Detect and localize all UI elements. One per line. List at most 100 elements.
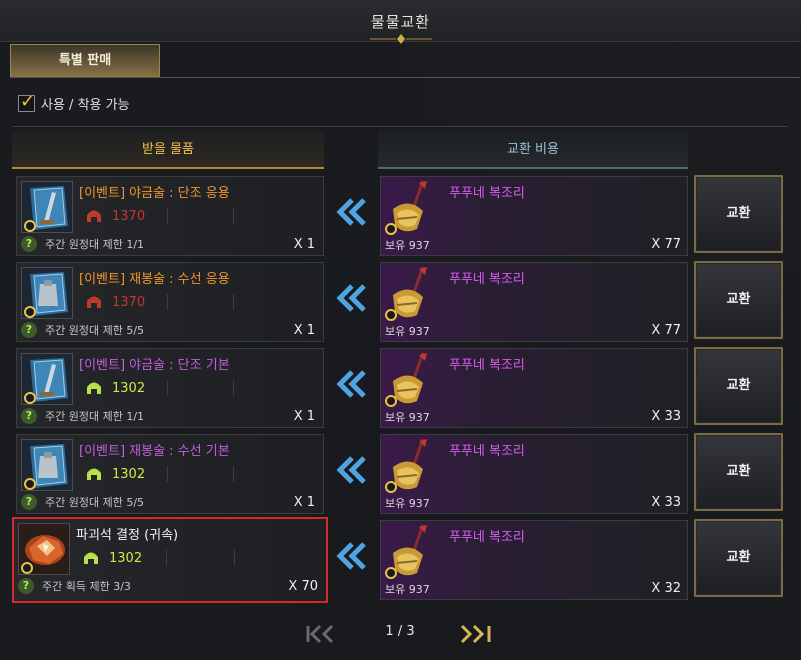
cost-quantity: X 32 xyxy=(651,581,681,596)
divider xyxy=(233,380,234,396)
blue-book-armor-icon[interactable] xyxy=(21,267,73,319)
exchange-row: [이벤트] 야금술 : 단조 기본 1302? 주간 원정대 제한 1/1 X 1 푸푸… xyxy=(0,347,801,434)
cost-item-card[interactable]: 푸푸네 복조리 보유 937 X 33 xyxy=(380,348,688,428)
reward-quantity: X 1 xyxy=(293,409,315,424)
item-level-row: 1302 xyxy=(79,464,145,484)
exchange-row: [이벤트] 재봉술 : 수선 응용 1370? 주간 원정대 제한 5/5 X 1 푸푸… xyxy=(0,261,801,348)
limit-row: ? 주간 원정대 제한 5/5 xyxy=(21,493,144,511)
item-level: 1302 xyxy=(112,380,146,396)
helmet-icon xyxy=(85,380,103,396)
destruction-stone-crystal-icon[interactable] xyxy=(18,523,70,575)
tab-special-sale[interactable]: 특별 판매 xyxy=(10,44,160,77)
first-page-icon[interactable] xyxy=(304,624,338,644)
divider xyxy=(167,208,168,224)
item-level-row: 1370 xyxy=(79,292,145,312)
exchange-arrow-icon xyxy=(336,370,366,398)
help-icon[interactable]: ? xyxy=(21,408,37,424)
timer-icon xyxy=(24,392,36,404)
reward-item-card[interactable]: 파괴석 결정 (귀속) 1302? 주간 획득 제한 3/3 X 70 xyxy=(12,517,328,603)
helmet-icon xyxy=(85,294,103,310)
divider xyxy=(167,466,168,482)
cost-item-card[interactable]: 푸푸네 복조리보유 937 X 32 xyxy=(380,520,688,600)
cost-item-name: 푸푸네 복조리 xyxy=(449,530,525,545)
cost-item-card[interactable]: 푸푸네 복조리보유 937 X 77 xyxy=(380,176,688,256)
owned-count: 보유 937 xyxy=(385,497,430,510)
owned-count: 보유 937 xyxy=(385,325,430,338)
exchange-row: 파괴석 결정 (귀속) 1302? 주간 획득 제한 3/3 X 70 푸푸네 복조리 보… xyxy=(0,517,801,606)
exchange-row: [이벤트] 야금술 : 단조 응용 1370 ? 주간 원정대 제한 1/1 X 1 푸푸… xyxy=(0,175,801,262)
divider xyxy=(12,126,788,127)
divider xyxy=(166,550,167,566)
reward-item-card[interactable]: [이벤트] 야금술 : 단조 기본 1302? 주간 원정대 제한 1/1 X 1 xyxy=(16,348,324,428)
usable-checkbox[interactable]: ✓ xyxy=(18,91,35,112)
last-page-icon[interactable] xyxy=(458,624,494,644)
divider xyxy=(233,466,234,482)
exchange-limit: 주간 획득 제한 3/3 xyxy=(42,580,131,593)
reward-item-card[interactable]: [이벤트] 재봉술 : 수선 응용 1370? 주간 원정대 제한 5/5 X 1 xyxy=(16,262,324,342)
cost-quantity: X 33 xyxy=(651,495,681,510)
exchange-row: [이벤트] 재봉술 : 수선 기본 1302? 주간 원정대 제한 5/5 X 1 푸푸… xyxy=(0,433,801,520)
title-ornament-icon xyxy=(370,34,432,44)
receive-header: 받을 물품 xyxy=(12,131,324,169)
cost-item-name: 푸푸네 복조리 xyxy=(449,272,525,287)
exchange-button[interactable]: 교환 xyxy=(694,433,783,511)
help-icon[interactable]: ? xyxy=(21,236,37,252)
exchange-button[interactable]: 교환 xyxy=(694,519,783,597)
reward-item-card[interactable]: [이벤트] 야금술 : 단조 응용 1370 ? 주간 원정대 제한 1/1 X 1 xyxy=(16,176,324,256)
helmet-icon xyxy=(82,550,100,566)
reward-quantity: X 1 xyxy=(293,495,315,510)
cost-quantity: X 33 xyxy=(651,409,681,424)
pupune-bokjori-icon[interactable] xyxy=(383,351,435,407)
exchange-button[interactable]: 교환 xyxy=(694,175,783,253)
cost-item-card[interactable]: 푸푸네 복조리보유 937 X 33 xyxy=(380,434,688,514)
owned-count: 보유 937 xyxy=(385,239,430,252)
cost-header: 교환 비용 xyxy=(378,131,688,169)
item-level-row: 1302 xyxy=(79,378,145,398)
item-level: 1302 xyxy=(109,550,143,566)
exchange-arrow-icon xyxy=(336,198,366,226)
blue-book-sword-icon[interactable] xyxy=(21,353,73,405)
owned-count: 보유 937 xyxy=(385,411,430,424)
item-level: 1370 xyxy=(112,208,146,224)
reward-item-card[interactable]: [이벤트] 재봉술 : 수선 기본 1302? 주간 원정대 제한 5/5 X 1 xyxy=(16,434,324,514)
pupune-bokjori-icon[interactable] xyxy=(383,437,435,493)
divider xyxy=(167,294,168,310)
help-icon[interactable]: ? xyxy=(21,494,37,510)
item-level: 1302 xyxy=(112,466,146,482)
cost-item-name: 푸푸네 복조리 xyxy=(449,444,525,459)
pupune-bokjori-icon[interactable] xyxy=(383,179,435,235)
reward-item-name: [이벤트] 재봉술 : 수선 기본 xyxy=(79,444,230,459)
item-level: 1370 xyxy=(112,294,146,310)
title-bar: 물물교환 xyxy=(0,0,801,44)
timer-icon xyxy=(24,220,36,232)
helmet-icon xyxy=(85,208,103,224)
divider xyxy=(233,294,234,310)
help-icon[interactable]: ? xyxy=(18,578,34,594)
blue-book-armor-icon[interactable] xyxy=(21,439,73,491)
reward-item-name: [이벤트] 야금술 : 단조 응용 xyxy=(79,186,230,201)
exchange-button[interactable]: 교환 xyxy=(694,261,783,339)
limit-row: ? 주간 원정대 제한 5/5 xyxy=(21,321,144,339)
blue-book-sword-icon[interactable] xyxy=(21,181,73,233)
cost-item-card[interactable]: 푸푸네 복조리 보유 937 X 77 xyxy=(380,262,688,342)
usable-filter[interactable]: ✓ 사용 / 착용 가능 xyxy=(18,91,130,113)
pupune-bokjori-icon[interactable] xyxy=(383,265,435,321)
timer-icon xyxy=(385,567,397,579)
timer-icon xyxy=(24,478,36,490)
reward-item-name: [이벤트] 야금술 : 단조 기본 xyxy=(79,358,230,373)
cost-item-name: 푸푸네 복조리 xyxy=(449,186,525,201)
exchange-limit: 주간 원정대 제한 5/5 xyxy=(45,496,145,509)
help-icon[interactable]: ? xyxy=(21,322,37,338)
reward-quantity: X 1 xyxy=(293,323,315,338)
cost-quantity: X 77 xyxy=(651,237,681,252)
limit-row: ? 주간 원정대 제한 1/1 xyxy=(21,235,144,253)
exchange-limit: 주간 원정대 제한 5/5 xyxy=(45,324,145,337)
exchange-button[interactable]: 교환 xyxy=(694,347,783,425)
reward-quantity: X 1 xyxy=(293,237,315,252)
item-level-row: 1302 xyxy=(76,548,142,568)
helmet-icon xyxy=(85,466,103,482)
usable-filter-label: 사용 / 착용 가능 xyxy=(41,97,130,113)
pupune-bokjori-icon[interactable] xyxy=(383,523,435,579)
reward-quantity: X 70 xyxy=(288,579,318,594)
owned-count: 보유 937 xyxy=(385,583,430,596)
